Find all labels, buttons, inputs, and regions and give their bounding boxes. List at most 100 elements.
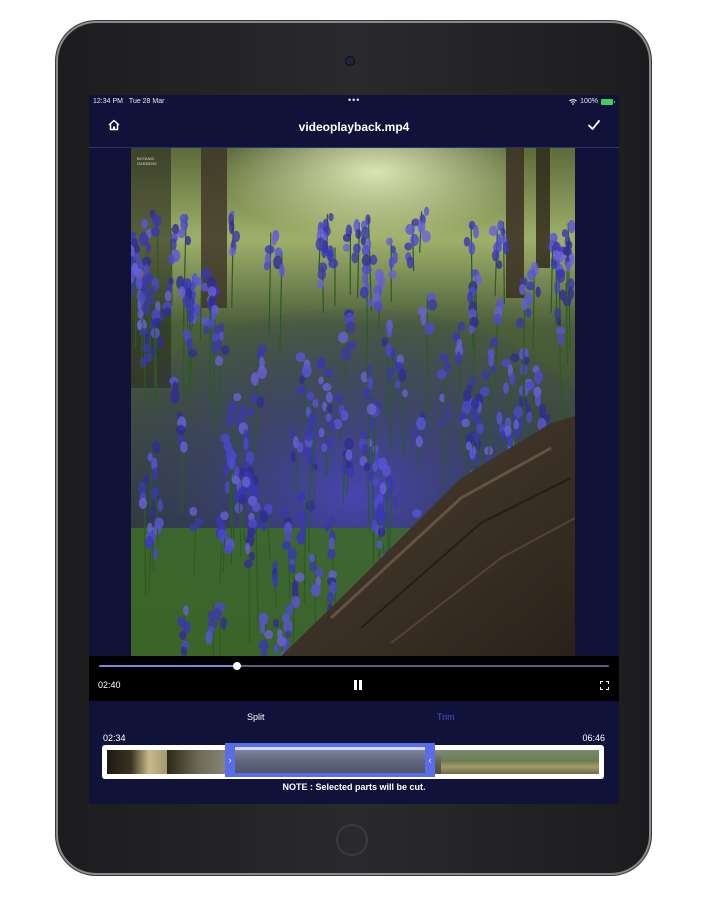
flower-bell	[245, 542, 251, 555]
flower-bell	[533, 370, 544, 384]
flower-bell	[556, 268, 566, 278]
seek-bar[interactable]	[99, 662, 609, 670]
flower-bell	[184, 235, 192, 246]
flower-bell	[168, 255, 175, 266]
trim-timeline[interactable]: › ‹	[102, 743, 604, 779]
flower-bell	[312, 398, 319, 408]
flower-bell	[272, 618, 280, 628]
fullscreen-icon[interactable]	[600, 681, 609, 690]
flower-bell	[272, 573, 278, 588]
flower-bell	[323, 368, 334, 378]
flower-bell	[526, 269, 536, 281]
checkmark-icon[interactable]	[587, 118, 601, 132]
flower-bell	[264, 630, 274, 640]
battery-icon	[601, 98, 615, 105]
flower-bell	[372, 478, 380, 487]
flower-bell	[327, 421, 336, 431]
video-frame-image	[131, 148, 575, 656]
flower-bell	[388, 256, 395, 269]
flower-bell	[392, 495, 398, 509]
flower-bell	[216, 338, 222, 349]
flower-bell	[228, 247, 236, 257]
flower-bell	[342, 233, 352, 243]
flower-bell	[455, 351, 462, 366]
flower-bell	[306, 391, 315, 401]
flower-bell	[371, 519, 378, 533]
home-hardware-button[interactable]	[336, 824, 368, 856]
flower-bell	[503, 382, 509, 395]
flower-bell	[205, 630, 213, 645]
player-controls: 02:40	[89, 656, 619, 701]
flower-bell	[251, 501, 261, 512]
flower-bell	[334, 394, 344, 403]
flower-bell	[276, 636, 287, 647]
flower-bell	[557, 334, 565, 346]
flower-bell	[372, 462, 378, 472]
flower-bell	[427, 299, 438, 311]
flower-bell	[207, 286, 217, 297]
wifi-icon	[569, 98, 577, 105]
flower-bell	[376, 540, 383, 550]
flower-bell	[170, 389, 180, 404]
flower-bell	[226, 416, 234, 427]
flower-bell	[424, 322, 435, 335]
tab-trim[interactable]: Trim	[437, 712, 455, 722]
flower-bell	[259, 621, 265, 635]
flower-bell	[311, 462, 318, 472]
flower-bell	[287, 547, 297, 560]
flower-bell	[258, 640, 269, 652]
flower-bell	[141, 218, 149, 229]
multitask-dots[interactable]: •••	[348, 95, 360, 105]
flower-bell	[318, 376, 324, 385]
flower-bell	[194, 277, 203, 286]
trim-note: NOTE : Selected parts will be cut.	[282, 782, 426, 792]
flower-bell	[260, 510, 269, 523]
flower-bell	[377, 527, 386, 537]
flower-bell	[150, 327, 160, 339]
tab-split[interactable]: Split	[247, 712, 265, 722]
pause-icon[interactable]	[353, 680, 363, 690]
flower-bell	[139, 358, 147, 368]
trim-selection[interactable]: › ‹	[225, 743, 435, 777]
flower-bell	[325, 391, 333, 403]
flower-bell	[521, 299, 527, 310]
flower-bell	[175, 424, 186, 436]
flower-bell	[263, 262, 270, 271]
flower-bell	[183, 605, 189, 616]
trim-handle-right[interactable]: ‹	[425, 743, 435, 777]
flower-bell	[363, 462, 371, 472]
flower-bell	[496, 260, 503, 270]
flower-bell	[314, 568, 324, 577]
flower-bell	[402, 389, 408, 398]
flower-bell	[353, 243, 361, 254]
flower-bell	[488, 353, 494, 367]
flower-bell	[386, 325, 393, 338]
flower-bell	[488, 225, 498, 237]
flower-bell	[525, 381, 536, 390]
flower-bell	[318, 427, 325, 438]
flower-bell	[519, 283, 526, 296]
flower-bell	[139, 293, 146, 304]
trim-selection-fill	[229, 747, 431, 773]
flower-bell	[329, 581, 337, 594]
flower-bell	[439, 353, 449, 363]
flower-bell	[359, 286, 369, 299]
flower-bell	[361, 264, 372, 274]
flower-bell	[211, 309, 217, 321]
seek-thumb[interactable]	[232, 662, 241, 670]
flower-bell	[423, 206, 430, 216]
flower-bell	[341, 347, 351, 361]
flower-bell	[518, 420, 525, 429]
app-screen: 12:34 PM Tue 28 Mar ••• 100% videoplayba…	[89, 95, 619, 804]
flower-bell	[294, 572, 305, 582]
flower-bell	[470, 398, 480, 410]
flower-bell	[229, 220, 235, 235]
video-preview[interactable]: BOTANIC GARDENS	[131, 148, 575, 656]
flower-bell	[327, 404, 333, 414]
flower-bell	[443, 362, 452, 371]
flower-bell	[526, 411, 533, 424]
trim-handle-left[interactable]: ›	[225, 743, 235, 777]
flower-bell	[500, 430, 506, 441]
flower-bell	[567, 219, 575, 234]
top-navbar: videoplayback.mp4	[89, 109, 619, 148]
